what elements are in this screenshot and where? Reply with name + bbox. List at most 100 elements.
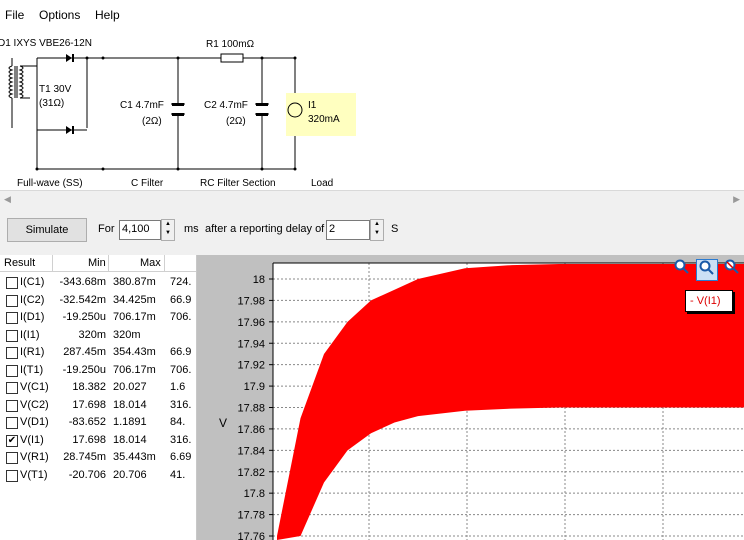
c2-label: C2 4.7mF (204, 100, 248, 111)
y-tick-label: 17.88 (237, 403, 265, 415)
result-checkbox[interactable] (6, 277, 18, 289)
menu-file[interactable]: File (5, 8, 24, 22)
table-row[interactable]: I(T1) -19.250u 706.17m 706. (0, 362, 196, 379)
result-min: 28.745m (63, 451, 106, 463)
result-max: 18.014 (113, 433, 147, 446)
result-name: I(C2) (20, 293, 45, 306)
result-name: I(I1) (20, 328, 40, 341)
menu-help[interactable]: Help (95, 8, 120, 22)
result-min: -19.250u (62, 363, 106, 376)
result-name: V(C2) (20, 398, 49, 411)
d1-label: D1 IXYS VBE26-12N (0, 38, 92, 49)
delay-label: after a reporting delay of (205, 223, 325, 235)
scroll-right-icon[interactable]: ▶ (733, 191, 740, 208)
result-name: V(D1) (20, 416, 49, 428)
result-extra: 706. (170, 363, 192, 376)
result-extra: 706. (170, 311, 192, 323)
result-name: I(T1) (20, 363, 44, 376)
simulate-button[interactable]: Simulate (7, 218, 87, 242)
table-row[interactable]: I(C2) -32.542m 34.425m 66.9 (0, 292, 196, 309)
table-row[interactable]: V(C2) 17.698 18.014 316. (0, 397, 196, 414)
delay-spinner[interactable]: ▲ ▼ (370, 219, 384, 241)
zoom-in-icon[interactable] (672, 259, 692, 279)
plot-legend: - V(I1) (685, 290, 733, 312)
result-checkbox[interactable] (6, 347, 18, 359)
c2-resistance: (2Ω) (226, 116, 246, 127)
duration-field[interactable]: 4,100 (119, 220, 161, 240)
result-max: 35.443m (113, 451, 156, 463)
table-row[interactable]: V(C1) 18.382 20.027 1.6 (0, 379, 196, 396)
result-checkbox[interactable] (6, 294, 18, 307)
result-name: V(I1) (20, 433, 44, 446)
result-extra: 316. (170, 398, 192, 411)
table-row[interactable]: I(D1) -19.250u 706.17m 706. (0, 309, 196, 326)
table-row[interactable]: V(T1) -20.706 20.706 41. (0, 467, 196, 484)
result-name: V(R1) (20, 451, 49, 463)
result-min: -83.652 (68, 416, 106, 428)
r1-label: R1 100mΩ (206, 39, 255, 50)
result-checkbox[interactable] (6, 399, 18, 412)
circuit-schematic: D1 IXYS VBE26-12N R1 100mΩ T1 30V (31Ω) … (0, 28, 744, 190)
table-row[interactable]: ✔ V(I1) 17.698 18.014 316. (0, 432, 196, 449)
menu-bar: File Options Help (0, 0, 744, 28)
y-tick-label: 17.86 (237, 424, 265, 436)
result-name: V(C1) (20, 381, 49, 393)
section-fullwave: Full-wave (SS) (17, 178, 83, 189)
duration-spinner[interactable]: ▲ ▼ (161, 219, 175, 241)
header-max[interactable]: Max (140, 257, 161, 269)
result-extra: 6.69 (170, 451, 192, 463)
zoom-out-icon[interactable] (722, 259, 742, 279)
header-result[interactable]: Result (4, 257, 35, 269)
y-tick-label: 17.98 (237, 295, 265, 307)
result-name: V(T1) (20, 468, 48, 481)
y-tick-label: 17.9 (244, 381, 265, 393)
result-max: 34.425m (113, 293, 156, 306)
y-tick-label: 17.82 (237, 467, 265, 479)
result-extra: 1.6 (170, 381, 186, 393)
result-checkbox[interactable] (6, 452, 18, 464)
result-name: I(C1) (20, 276, 45, 288)
result-max: 20.027 (113, 381, 147, 393)
i1-label: I1 (308, 100, 317, 111)
menu-options[interactable]: Options (39, 8, 80, 22)
result-extra: 316. (170, 433, 192, 446)
delay-units-label: S (391, 223, 399, 235)
result-min: -343.68m (59, 276, 106, 288)
c1-label: C1 4.7mF (120, 100, 164, 111)
for-label: For (98, 223, 115, 235)
result-min: -32.542m (59, 293, 106, 306)
result-max: 354.43m (113, 346, 156, 358)
i1-value: 320mA (308, 114, 340, 125)
y-tick-label: 17.92 (237, 360, 265, 372)
diode-bottom (66, 126, 72, 134)
result-checkbox[interactable] (6, 469, 18, 482)
result-checkbox[interactable] (6, 312, 18, 324)
simulation-bar: Simulate For 4,100 ▲ ▼ ms after a reporti… (0, 207, 744, 255)
table-row[interactable]: V(D1) -83.652 1.1891 84. (0, 414, 196, 431)
ms-label: ms (184, 223, 199, 235)
table-row[interactable]: I(C1) -343.68m 380.87m 724. (0, 274, 196, 291)
result-checkbox[interactable] (6, 364, 18, 377)
result-checkbox[interactable] (6, 382, 18, 394)
result-checkbox[interactable] (6, 417, 18, 429)
y-axis-label: V (219, 416, 227, 430)
y-tick-label: 17.94 (237, 338, 265, 350)
header-min[interactable]: Min (88, 257, 106, 269)
delay-field[interactable]: 2 (326, 220, 370, 240)
result-max: 380.87m (113, 276, 156, 288)
table-row[interactable]: I(I1) 320m 320m (0, 327, 196, 344)
table-row[interactable]: V(R1) 28.745m 35.443m 6.69 (0, 449, 196, 466)
c1-resistance: (2Ω) (142, 116, 162, 127)
zoom-fit-icon[interactable] (696, 259, 718, 281)
scroll-left-icon[interactable]: ◀ (4, 191, 11, 208)
horizontal-scrollbar[interactable]: ◀ ▶ (0, 190, 744, 208)
result-checkbox[interactable]: ✔ (6, 434, 18, 447)
results-list: Result Min Max I(C1) -343.68m 380.87m 724. I… (0, 255, 197, 540)
y-tick-label: 17.78 (237, 510, 265, 522)
result-max: 706.17m (113, 311, 156, 323)
table-row[interactable]: I(R1) 287.45m 354.43m 66.9 (0, 344, 196, 361)
transformer-secondary-coil (18, 65, 24, 99)
result-min: 17.698 (72, 398, 106, 411)
legend-label: - V(I1) (690, 295, 721, 307)
result-checkbox[interactable] (6, 329, 18, 342)
